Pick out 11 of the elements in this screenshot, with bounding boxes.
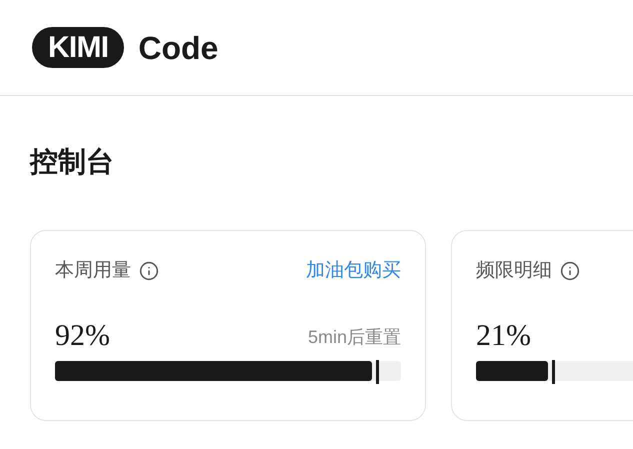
logo-badge: KIMI xyxy=(32,27,124,68)
usage-percent: 21% xyxy=(476,321,531,351)
buy-addon-link[interactable]: 加油包购买 xyxy=(306,256,401,286)
card-title: 频限明细 xyxy=(476,258,552,283)
card-title: 本周用量 xyxy=(55,258,131,283)
info-icon[interactable] xyxy=(560,261,580,281)
usage-percent: 92% xyxy=(55,321,110,351)
page-title: 控制台 xyxy=(30,148,115,176)
info-icon[interactable] xyxy=(139,261,159,281)
logo-text: Code xyxy=(138,32,218,64)
reset-time: 5min后重置 xyxy=(308,326,401,349)
